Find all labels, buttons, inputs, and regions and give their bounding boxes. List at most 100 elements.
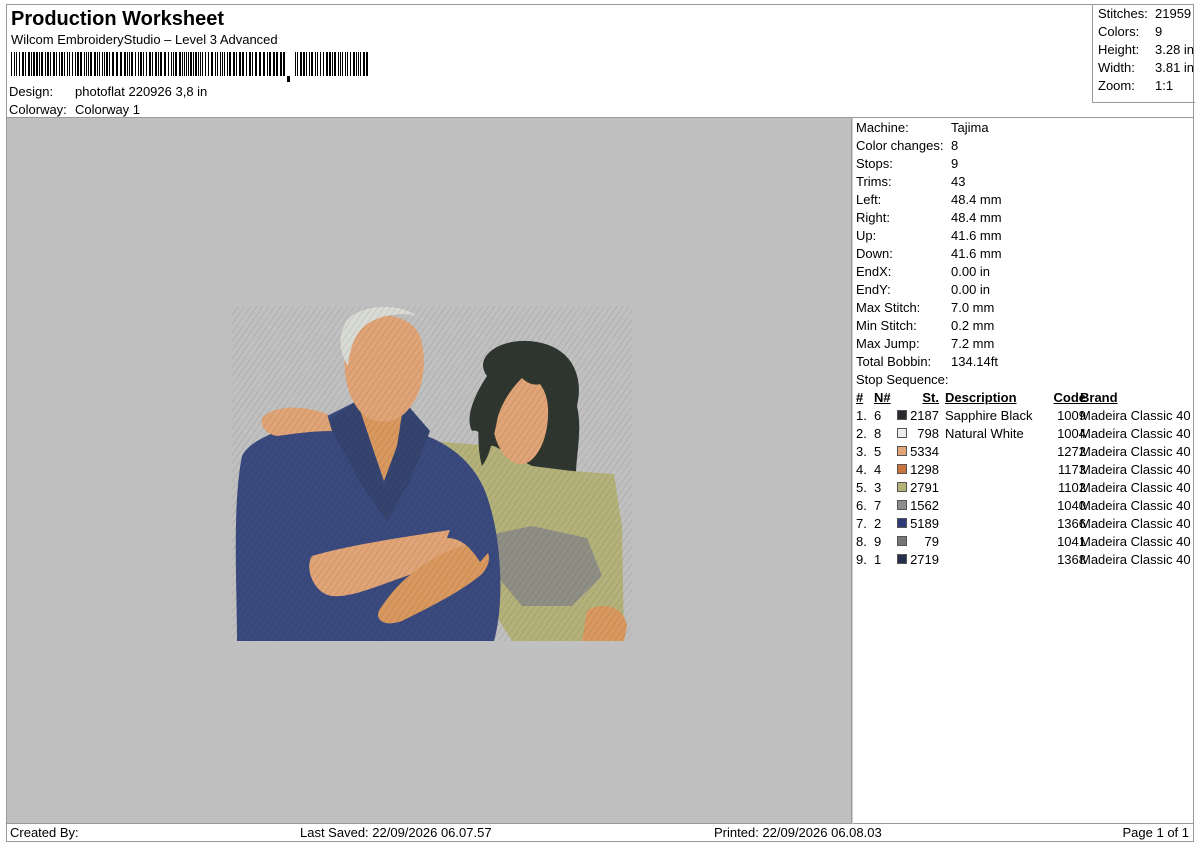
design-value: photoflat 220926 3,8 in — [75, 84, 208, 99]
thread-color-swatch — [897, 536, 907, 546]
summary-label: Zoom: — [1098, 78, 1135, 93]
stat-value: 41.6 mm — [951, 228, 1002, 243]
needle-number: 5 — [874, 444, 882, 459]
stat-row: Stops: 9 — [856, 155, 1186, 173]
stat-label: Max Stitch: — [856, 300, 921, 315]
stat-label: Max Jump: — [856, 336, 920, 351]
summary-value: 9 — [1155, 24, 1163, 39]
col-brand-header: Brand — [1080, 390, 1118, 405]
summary-label: Width: — [1098, 60, 1135, 75]
page-number: Page 1 of 1 — [1122, 825, 1190, 840]
stop-sequence-row: 8. 9 79 1041 Madeira Classic 40 — [856, 533, 1191, 551]
stat-value: 43 — [951, 174, 966, 189]
col-stitches-header: St. — [922, 390, 939, 405]
needle-number: 2 — [874, 516, 882, 531]
stop-sequence-row: 7. 2 5189 1366 Madeira Classic 40 — [856, 515, 1191, 533]
printed-date: Printed: 22/09/2026 06.08.03 — [714, 825, 882, 840]
thread-color-swatch — [897, 428, 907, 438]
row-number: 1. — [856, 408, 867, 423]
stat-value: 134.14ft — [951, 354, 998, 369]
needle-number: 9 — [874, 534, 882, 549]
col-needle-header: N# — [874, 390, 891, 405]
thread-brand: Madeira Classic 40 — [1080, 534, 1191, 549]
stat-row: EndX: 0.00 in — [856, 263, 1186, 281]
summary-label: Stitches: — [1098, 6, 1148, 21]
thread-brand: Madeira Classic 40 — [1080, 498, 1191, 513]
embroidery-design-preview — [232, 306, 632, 641]
thread-color-swatch — [897, 554, 907, 564]
stat-label: Machine: — [856, 120, 909, 135]
colorway-label: Colorway: — [9, 102, 67, 117]
stop-sequence-label: Stop Sequence: — [856, 372, 949, 387]
stat-label: Left: — [856, 192, 882, 207]
thread-brand: Madeira Classic 40 — [1080, 408, 1191, 423]
barcode — [11, 52, 368, 82]
thread-brand: Madeira Classic 40 — [1080, 462, 1191, 477]
needle-number: 7 — [874, 498, 882, 513]
created-by: Created By: — [10, 825, 79, 840]
stat-row: Right: 48.4 mm — [856, 209, 1186, 227]
thread-color-swatch — [897, 482, 907, 492]
stitch-count: 2719 — [910, 552, 939, 567]
summary-box: Stitches: 21959 Colors: 9 Height: 3.28 i… — [1092, 5, 1195, 103]
thread-brand: Madeira Classic 40 — [1080, 516, 1191, 531]
stitch-count: 1298 — [910, 462, 939, 477]
needle-number: 3 — [874, 480, 882, 495]
stat-value: 7.0 mm — [951, 300, 995, 315]
stat-row: Machine: Tajima — [856, 119, 1186, 137]
needle-number: 6 — [874, 408, 882, 423]
worksheet-header: Production Worksheet Wilcom EmbroiderySt… — [6, 4, 1195, 118]
page-title: Production Worksheet — [11, 8, 224, 30]
stat-value: 7.2 mm — [951, 336, 995, 351]
stat-label: Trims: — [856, 174, 892, 189]
stat-label: Total Bobbin: — [856, 354, 932, 369]
thread-brand: Madeira Classic 40 — [1080, 480, 1191, 495]
stat-label: EndX: — [856, 264, 892, 279]
stat-row: Max Stitch: 7.0 mm — [856, 299, 1186, 317]
row-number: 9. — [856, 552, 867, 567]
stat-label: Up: — [856, 228, 877, 243]
thread-color-swatch — [897, 464, 907, 474]
stitch-count: 2187 — [910, 408, 939, 423]
stat-value: 0.2 mm — [951, 318, 995, 333]
needle-number: 4 — [874, 462, 882, 477]
stat-row: Max Jump: 7.2 mm — [856, 335, 1186, 353]
summary-label: Colors: — [1098, 24, 1140, 39]
stat-value: 41.6 mm — [951, 246, 1002, 261]
row-number: 3. — [856, 444, 867, 459]
col-description-header: Description — [945, 390, 1017, 405]
thread-color-swatch — [897, 500, 907, 510]
stat-row: EndY: 0.00 in — [856, 281, 1186, 299]
stitch-count: 5334 — [910, 444, 939, 459]
production-worksheet: Production Worksheet Wilcom EmbroiderySt… — [0, 0, 1200, 848]
stat-label: Right: — [856, 210, 890, 225]
last-saved: Last Saved: 22/09/2026 06.07.57 — [300, 825, 492, 840]
worksheet-footer: Created By: Last Saved: 22/09/2026 06.07… — [6, 824, 1194, 842]
stat-row: Down: 41.6 mm — [856, 245, 1186, 263]
stat-label: Down: — [856, 246, 893, 261]
thread-description: Natural White — [945, 426, 1024, 441]
stat-row: Up: 41.6 mm — [856, 227, 1186, 245]
design-label: Design: — [9, 84, 54, 99]
thread-brand: Madeira Classic 40 — [1080, 552, 1191, 567]
stop-sequence-row: 6. 7 1562 1040 Madeira Classic 40 — [856, 497, 1191, 515]
summary-value: 3.81 in — [1155, 60, 1195, 75]
stop-sequence-row: 5. 3 2791 1102 Madeira Classic 40 — [856, 479, 1191, 497]
stop-sequence-header: # N# St. Description Code Brand — [856, 389, 1190, 407]
stat-value: 0.00 in — [951, 282, 991, 297]
row-number: 6. — [856, 498, 867, 513]
stop-sequence-row: 9. 1 2719 1368 Madeira Classic 40 — [856, 551, 1191, 569]
summary-value: 1:1 — [1155, 78, 1174, 93]
design-info-panel: Machine: Tajima Color changes: 8 Stops: 9 Trim… — [851, 118, 1194, 824]
divider — [852, 118, 853, 824]
col-num-header: # — [856, 390, 864, 405]
stitch-count: 1562 — [910, 498, 939, 513]
stat-row: Color changes: 8 — [856, 137, 1186, 155]
stat-label: Stops: — [856, 156, 893, 171]
stat-value: 8 — [951, 138, 959, 153]
stat-value: 48.4 mm — [951, 210, 1002, 225]
stat-value: 9 — [951, 156, 959, 171]
stop-sequence-row: 3. 5 5334 1272 Madeira Classic 40 — [856, 443, 1191, 461]
stitch-count: 79 — [924, 534, 939, 549]
stat-label: EndY: — [856, 282, 891, 297]
